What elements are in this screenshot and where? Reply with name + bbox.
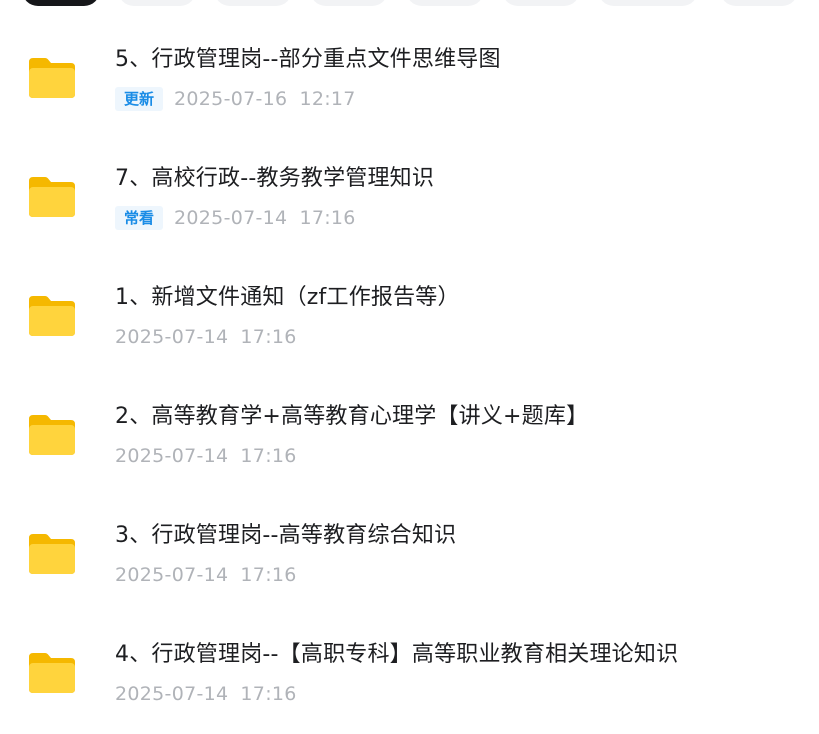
folder-title: 4、行政管理岗--【高职专科】高等职业教育相关理论知识 [115, 642, 679, 667]
modified-time: 17:16 [240, 326, 297, 348]
filter-chip-1[interactable] [22, 0, 100, 6]
modified-time: 12:17 [299, 88, 356, 110]
status-badge: 常看 [115, 206, 164, 230]
folder-icon [26, 294, 78, 338]
modified-date: 2025-07-14 [174, 207, 288, 229]
folder-row[interactable]: 2、高等教育学+高等教育心理学【讲义+题库】 2025-07-14 17:16 [0, 393, 819, 493]
folder-title: 3、行政管理岗--高等教育综合知识 [115, 523, 457, 548]
folder-meta: 2025-07-14 17:16 [115, 324, 297, 350]
modified-time: 17:16 [240, 683, 297, 705]
modified-time: 17:16 [240, 445, 297, 467]
filter-chip-7[interactable] [598, 0, 698, 6]
filter-chip-8[interactable] [720, 0, 798, 6]
folder-icon [26, 532, 78, 576]
folder-icon [26, 56, 78, 100]
folder-title: 5、行政管理岗--部分重点文件思维导图 [115, 47, 501, 72]
folder-row[interactable]: 3、行政管理岗--高等教育综合知识 2025-07-14 17:16 [0, 512, 819, 612]
filter-chip-5[interactable] [406, 0, 484, 6]
folder-title: 1、新增文件通知（zf工作报告等） [115, 285, 460, 310]
filter-chip-bar [0, 0, 819, 6]
folder-icon [26, 413, 78, 457]
folder-meta: 2025-07-14 17:16 [115, 562, 297, 588]
folder-meta: 2025-07-14 17:16 [115, 443, 297, 469]
filter-chip-2[interactable] [118, 0, 196, 6]
folder-icon [26, 651, 78, 695]
folder-meta: 常看 2025-07-14 17:16 [115, 205, 356, 231]
modified-date: 2025-07-14 [115, 445, 229, 467]
folder-row[interactable]: 5、行政管理岗--部分重点文件思维导图 更新 2025-07-16 12:17 [0, 36, 819, 136]
modified-time: 17:16 [299, 207, 356, 229]
folder-meta: 2025-07-14 17:16 [115, 681, 297, 707]
filter-chip-3[interactable] [214, 0, 292, 6]
folder-row[interactable]: 7、高校行政--教务教学管理知识 常看 2025-07-14 17:16 [0, 155, 819, 255]
modified-date: 2025-07-14 [115, 683, 229, 705]
filter-chip-4[interactable] [310, 0, 388, 6]
filter-chip-6[interactable] [502, 0, 580, 6]
modified-date: 2025-07-14 [115, 564, 229, 586]
folder-row[interactable]: 1、新增文件通知（zf工作报告等） 2025-07-14 17:16 [0, 274, 819, 374]
status-badge: 更新 [115, 87, 164, 111]
folder-meta: 更新 2025-07-16 12:17 [115, 86, 356, 112]
folder-title: 7、高校行政--教务教学管理知识 [115, 166, 435, 191]
modified-time: 17:16 [240, 564, 297, 586]
folder-title: 2、高等教育学+高等教育心理学【讲义+题库】 [115, 404, 589, 429]
modified-date: 2025-07-14 [115, 326, 229, 348]
folder-row[interactable]: 4、行政管理岗--【高职专科】高等职业教育相关理论知识 2025-07-14 1… [0, 631, 819, 731]
file-list-screen: 5、行政管理岗--部分重点文件思维导图 更新 2025-07-16 12:17 … [0, 0, 819, 734]
folder-icon [26, 175, 78, 219]
modified-date: 2025-07-16 [174, 88, 288, 110]
